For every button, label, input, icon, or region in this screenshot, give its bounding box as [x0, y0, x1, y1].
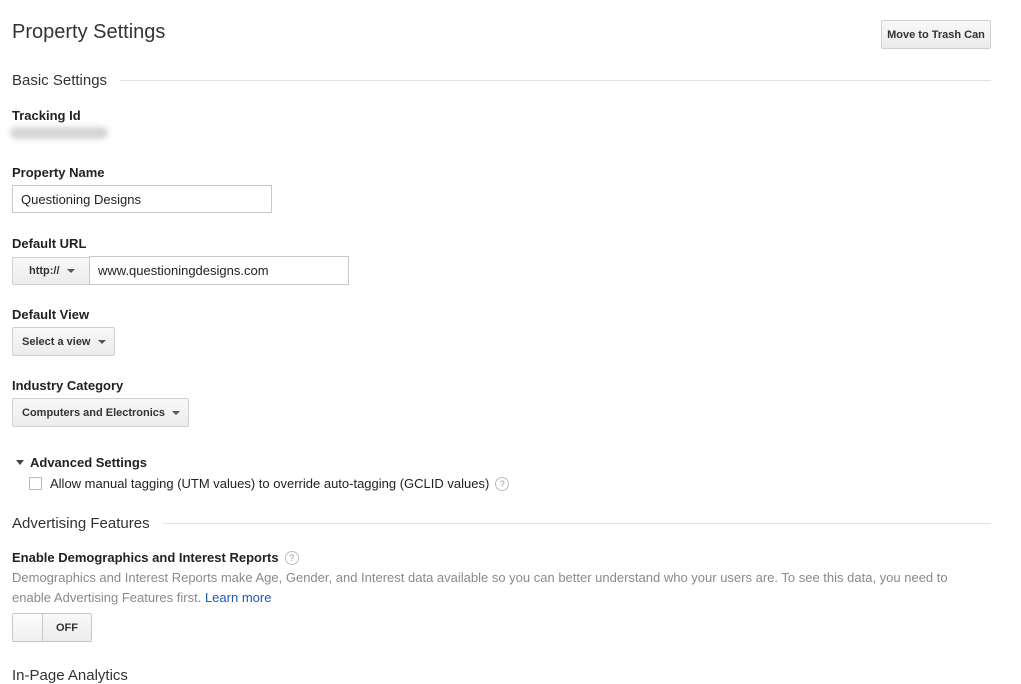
caret-down-icon [97, 339, 106, 344]
protocol-value: http:// [29, 265, 60, 277]
section-divider [120, 80, 991, 81]
advanced-settings-toggle[interactable]: Advanced Settings [16, 455, 147, 470]
default-url-input[interactable] [89, 256, 349, 285]
demographics-description: Demographics and Interest Reports make A… [12, 568, 972, 608]
manual-tagging-row: Allow manual tagging (UTM values) to ove… [29, 476, 510, 491]
help-icon[interactable]: ? [495, 476, 510, 491]
protocol-dropdown[interactable]: http:// [12, 257, 90, 285]
manual-tagging-checkbox[interactable] [29, 477, 42, 490]
property-name-label: Property Name [12, 165, 105, 180]
help-icon[interactable]: ? [284, 550, 299, 565]
move-to-trash-button[interactable]: Move to Trash Can [881, 20, 991, 49]
tracking-id-value-redacted [10, 127, 108, 139]
section-heading: Basic Settings [12, 72, 108, 89]
demographics-label: Enable Demographics and Interest Reports [12, 550, 279, 565]
description-text: Demographics and Interest Reports make A… [12, 570, 948, 605]
advertising-features-header: Advertising Features [12, 515, 991, 532]
tracking-id-label: Tracking Id [12, 108, 81, 123]
industry-category-value: Computers and Electronics [22, 406, 166, 419]
default-view-value: Select a view [22, 335, 91, 348]
toggle-knob [13, 614, 43, 641]
manual-tagging-label: Allow manual tagging (UTM values) to ove… [50, 476, 490, 491]
basic-settings-header: Basic Settings [12, 72, 991, 89]
demographics-title-row: Enable Demographics and Interest Reports… [12, 550, 299, 565]
toggle-state-label: OFF [56, 621, 78, 634]
property-name-input[interactable] [12, 185, 272, 213]
page-title: Property Settings [12, 21, 166, 43]
caret-down-icon [66, 269, 75, 273]
triangle-down-icon [16, 460, 24, 465]
default-view-label: Default View [12, 307, 90, 322]
caret-down-icon [172, 410, 181, 415]
demographics-toggle[interactable]: OFF [12, 613, 92, 642]
section-divider [162, 523, 991, 524]
property-settings-page: Property Settings Move to Trash Can Basi… [0, 0, 1021, 684]
section-heading: Advertising Features [12, 515, 150, 532]
industry-category-dropdown[interactable]: Computers and Electronics [12, 398, 190, 427]
in-page-analytics-heading: In-Page Analytics [12, 667, 128, 684]
learn-more-link[interactable]: Learn more [205, 590, 271, 605]
advanced-settings-heading: Advanced Settings [30, 455, 148, 470]
industry-category-label: Industry Category [12, 378, 124, 393]
default-view-dropdown[interactable]: Select a view [12, 327, 115, 356]
default-url-label: Default URL [12, 236, 87, 251]
